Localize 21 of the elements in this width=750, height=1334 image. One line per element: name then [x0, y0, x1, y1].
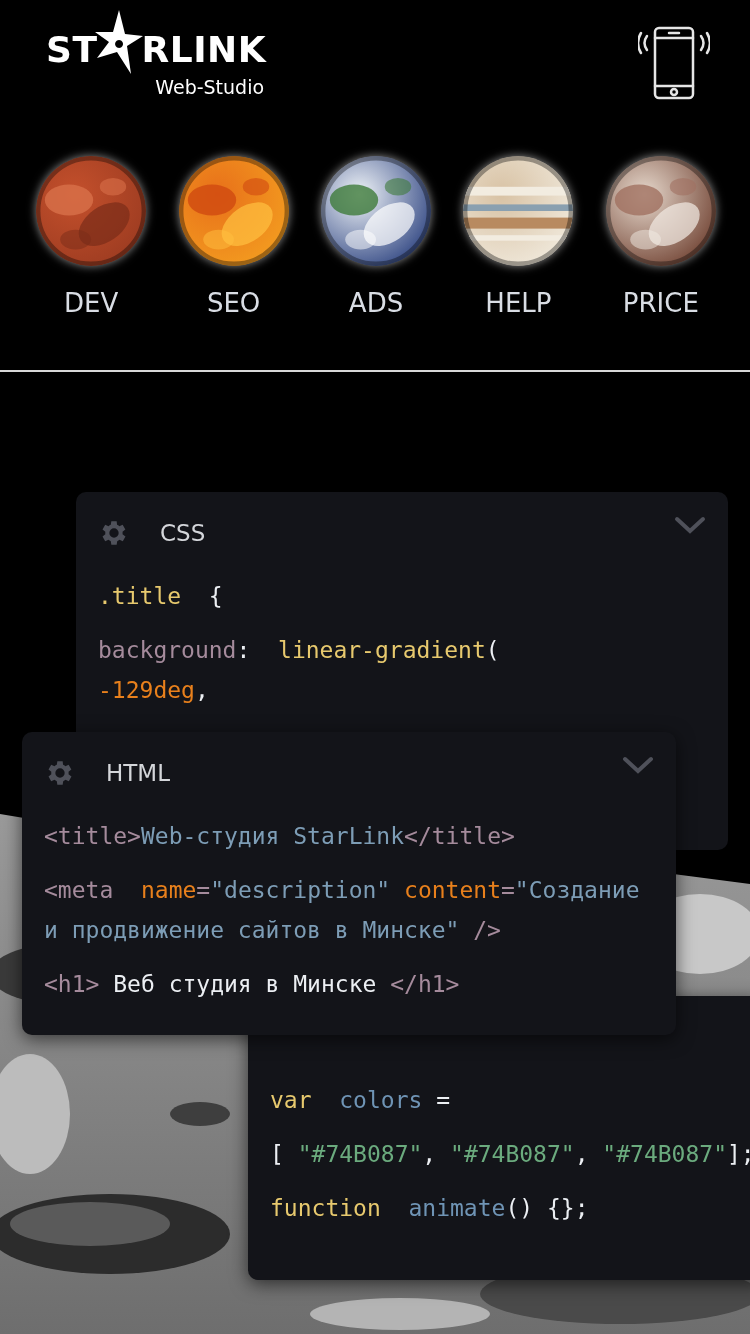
star-icon: [95, 10, 144, 74]
chevron-down-icon[interactable]: [622, 756, 654, 776]
code-line: function animate() {};: [270, 1194, 590, 1223]
panel-title: HTML: [106, 760, 170, 786]
panel-title: CSS: [160, 520, 206, 546]
nav-link[interactable]: HELP: [485, 290, 552, 316]
code-line: background: linear-gradient( -129deg,: [98, 636, 501, 705]
code-line: <h1> Веб студия в Минске </h1>: [44, 970, 461, 999]
logo-text: RLINK: [141, 32, 267, 68]
chevron-down-icon[interactable]: [674, 516, 706, 536]
nav-link[interactable]: DEV: [64, 290, 119, 316]
phone-icon[interactable]: [638, 26, 710, 100]
logo-text: ST: [46, 32, 98, 68]
code-line: .title {: [98, 582, 224, 611]
code-line: var colors =: [270, 1086, 452, 1115]
logo-subtitle: Web-Studio: [155, 76, 265, 98]
code-line: <meta name="description" content="Создание и продвижение сайтов в Минске" />: [44, 876, 641, 945]
code-line: <title>Web-студия StarLink</title>: [44, 822, 516, 851]
nav-link[interactable]: PRICE: [622, 290, 699, 316]
nav-link[interactable]: ADS: [348, 290, 404, 316]
nav-link[interactable]: SEO: [206, 290, 261, 316]
